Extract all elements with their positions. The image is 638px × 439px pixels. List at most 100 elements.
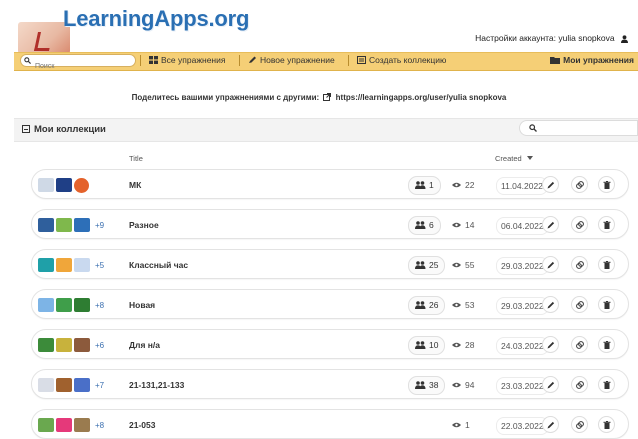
app-thumbnail[interactable] — [56, 178, 72, 192]
pencil-icon — [547, 421, 555, 429]
views-count: 14 — [465, 220, 475, 230]
nav-new-exercise[interactable]: Новое упражнение — [248, 55, 335, 65]
collection-row[interactable]: МК 1 22 11.04.2022 — [31, 169, 629, 199]
edit-button[interactable] — [542, 336, 559, 353]
collection-users-badge[interactable]: 25 — [408, 256, 446, 275]
app-thumbnail[interactable] — [56, 338, 72, 352]
collection-row[interactable]: +9 Разное 6 14 06.04.2022 — [31, 209, 629, 239]
edit-button[interactable] — [542, 176, 559, 193]
collection-row[interactable]: +7 21-131,21-133 38 94 23.03.2022 — [31, 369, 629, 399]
collection-title[interactable]: Для н/а — [129, 340, 160, 350]
duplicate-button[interactable] — [571, 216, 588, 233]
duplicate-button[interactable] — [571, 336, 588, 353]
collection-users-badge[interactable]: 38 — [408, 376, 446, 395]
app-thumbnail[interactable] — [56, 218, 72, 232]
delete-button[interactable] — [598, 296, 615, 313]
delete-button[interactable] — [598, 416, 615, 433]
collection-views: 22 — [452, 180, 474, 190]
app-thumbnail[interactable] — [38, 418, 54, 432]
app-thumbnail[interactable] — [74, 378, 90, 392]
logo-text[interactable]: LearningApps.org — [63, 6, 249, 32]
users-icon — [415, 181, 426, 189]
delete-button[interactable] — [598, 176, 615, 193]
nav-my-exercises[interactable]: Мои упражнения — [550, 55, 634, 65]
toolbar-divider — [140, 55, 141, 66]
edit-button[interactable] — [542, 296, 559, 313]
app-thumbnail[interactable] — [38, 218, 54, 232]
collections-toggle[interactable]: Мои коллекции — [22, 124, 106, 135]
app-thumbnail[interactable] — [74, 218, 90, 232]
delete-button[interactable] — [598, 336, 615, 353]
collection-created-date: 06.04.2022 — [496, 217, 549, 235]
collection-title[interactable]: Классный час — [129, 260, 188, 270]
trash-icon — [603, 421, 611, 429]
delete-button[interactable] — [598, 216, 615, 233]
collection-views: 53 — [452, 300, 474, 310]
collection-title[interactable]: 21-131,21-133 — [129, 380, 184, 390]
nav-all-exercises[interactable]: Все упражнения — [149, 55, 225, 65]
collection-title[interactable]: 21-053 — [129, 420, 155, 430]
more-apps-count: +6 — [95, 340, 105, 350]
app-thumbnail[interactable] — [56, 258, 72, 272]
external-link-icon — [323, 93, 332, 101]
collection-created-date: 23.03.2022 — [496, 377, 549, 395]
app-thumbnail[interactable] — [38, 258, 54, 272]
search-box[interactable] — [20, 54, 136, 72]
column-created-header[interactable]: Created — [495, 154, 533, 163]
delete-button[interactable] — [598, 256, 615, 273]
collection-users-badge[interactable]: 26 — [408, 296, 446, 315]
edit-button[interactable] — [542, 256, 559, 273]
users-count: 26 — [429, 300, 439, 310]
edit-button[interactable] — [542, 216, 559, 233]
users-icon — [415, 381, 426, 389]
app-thumbnail[interactable] — [38, 338, 54, 352]
app-thumbnail[interactable] — [56, 298, 72, 312]
app-thumbnail[interactable] — [38, 298, 54, 312]
edit-button[interactable] — [542, 376, 559, 393]
duplicate-button[interactable] — [571, 176, 588, 193]
users-count: 1 — [429, 180, 434, 190]
nav-new-exercise-label: Новое упражнение — [260, 55, 335, 65]
edit-button[interactable] — [542, 416, 559, 433]
pencil-icon — [547, 221, 555, 229]
collection-users-badge[interactable]: 6 — [408, 216, 441, 235]
collection-created-date: 11.04.2022 — [496, 177, 548, 195]
duplicate-button[interactable] — [571, 296, 588, 313]
collection-row[interactable]: +6 Для н/а 10 28 24.03.2022 — [31, 329, 629, 359]
app-thumbnail[interactable] — [38, 178, 54, 192]
app-thumbnail[interactable] — [56, 418, 72, 432]
collection-title[interactable]: Разное — [129, 220, 159, 230]
collection-row[interactable]: +8 21-053 1 22.03.2022 — [31, 409, 629, 439]
copy-icon — [576, 381, 584, 389]
collection-users-badge[interactable]: 1 — [408, 176, 441, 195]
collection-title[interactable]: МК — [129, 180, 141, 190]
search-input[interactable] — [21, 61, 135, 72]
column-title-header[interactable]: Title — [129, 154, 143, 163]
duplicate-button[interactable] — [571, 376, 588, 393]
collection-row[interactable]: +5 Классный час 25 55 29.03.2022 — [31, 249, 629, 279]
collection-views: 1 — [452, 420, 470, 430]
app-thumbnail[interactable] — [74, 258, 90, 272]
app-thumbnail[interactable] — [74, 177, 89, 193]
views-count: 22 — [465, 180, 475, 190]
more-apps-count: +7 — [95, 380, 105, 390]
collections-search[interactable] — [519, 120, 638, 136]
users-icon — [415, 221, 426, 229]
collection-users-badge[interactable]: 10 — [408, 336, 446, 355]
copy-icon — [576, 261, 584, 269]
collection-thumbnails: +8 — [38, 417, 104, 433]
collection-title[interactable]: Новая — [129, 300, 155, 310]
duplicate-button[interactable] — [571, 416, 588, 433]
account-settings-link[interactable]: Настройки аккаунта: yulia snopkova — [475, 33, 628, 43]
app-thumbnail[interactable] — [74, 338, 90, 352]
app-thumbnail[interactable] — [56, 378, 72, 392]
duplicate-button[interactable] — [571, 256, 588, 273]
collection-row[interactable]: +8 Новая 26 53 29.03.2022 — [31, 289, 629, 319]
app-thumbnail[interactable] — [74, 298, 90, 312]
nav-create-collection[interactable]: Создать коллекцию — [357, 55, 446, 65]
more-apps-count: +9 — [95, 220, 105, 230]
app-thumbnail[interactable] — [74, 418, 90, 432]
share-url-link[interactable]: https://learningapps.org/user/yulia snop… — [336, 93, 507, 102]
app-thumbnail[interactable] — [38, 378, 54, 392]
delete-button[interactable] — [598, 376, 615, 393]
